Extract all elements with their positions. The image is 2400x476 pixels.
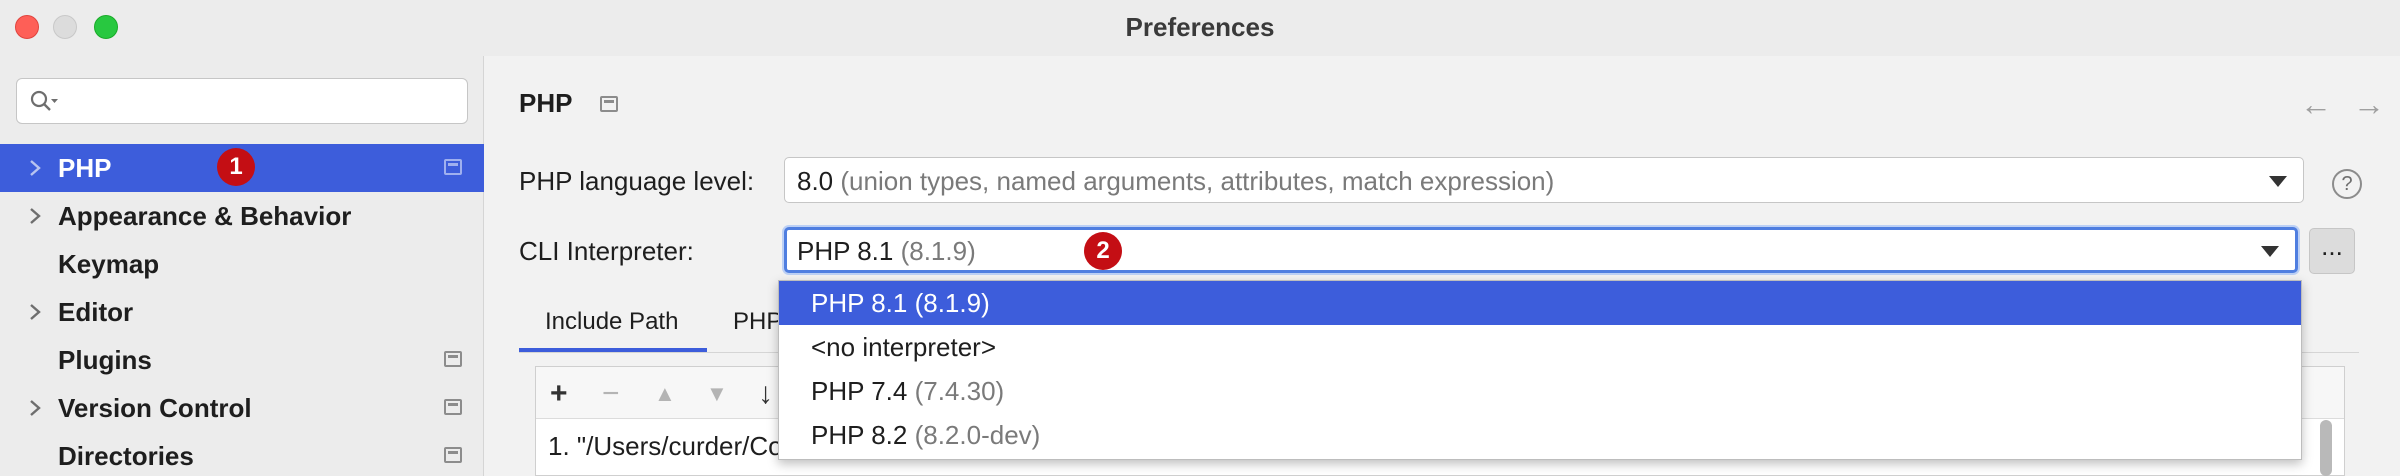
- browse-interpreters-button[interactable]: ...: [2309, 228, 2355, 274]
- chevron-right-icon[interactable]: [26, 302, 44, 322]
- help-icon[interactable]: ?: [2332, 169, 2362, 199]
- sidebar-item-editor[interactable]: Editor: [0, 288, 484, 336]
- scrollbar[interactable]: [2320, 420, 2332, 476]
- annotation-badge-1: 1: [217, 148, 255, 186]
- dropdown-option[interactable]: PHP 7.4 (7.4.30): [779, 369, 2301, 413]
- move-up-button[interactable]: ▲: [654, 381, 676, 407]
- interpreter-dropdown-list: PHP 8.1 (8.1.9) <no interpreter> PHP 7.4…: [778, 280, 2302, 460]
- sidebar-item-label: Keymap: [58, 249, 160, 279]
- page-title: PHP: [519, 88, 573, 118]
- language-level-label: PHP language level:: [519, 166, 755, 196]
- dropdown-option[interactable]: PHP 8.1 (8.1.9): [779, 281, 2301, 325]
- language-level-value: 8.0 (union types, named arguments, attri…: [797, 166, 1555, 196]
- sidebar-item-label: Editor: [58, 297, 134, 327]
- tab-php-runtime[interactable]: PHP: [733, 308, 782, 336]
- sidebar-item-keymap[interactable]: Keymap: [0, 240, 484, 288]
- sidebar-item-label: Directories: [58, 441, 194, 471]
- sidebar-item-plugins[interactable]: Plugins: [0, 336, 484, 384]
- language-level-select[interactable]: 8.0 (union types, named arguments, attri…: [784, 157, 2304, 203]
- sidebar-item-label: Version Control: [58, 393, 252, 423]
- sidebar-item-directories[interactable]: Directories: [0, 432, 484, 476]
- project-scope-icon: [444, 159, 462, 175]
- move-down-button[interactable]: ▼: [706, 381, 728, 407]
- tab-include-path[interactable]: Include Path: [545, 308, 678, 336]
- sort-icon[interactable]: ↓: [758, 377, 773, 411]
- project-scope-icon: [600, 96, 618, 112]
- sidebar-item-appearance-behavior[interactable]: Appearance & Behavior: [0, 192, 484, 240]
- cli-interpreter-value: PHP 8.1 (8.1.9): [797, 236, 976, 266]
- project-scope-icon: [444, 399, 462, 415]
- chevron-right-icon[interactable]: [26, 158, 44, 178]
- sidebar-item-label: PHP: [58, 153, 112, 183]
- chevron-right-icon[interactable]: [26, 398, 44, 418]
- dropdown-option[interactable]: PHP 8.2 (8.2.0-dev): [779, 413, 2301, 457]
- forward-arrow-button[interactable]: →: [2353, 86, 2385, 123]
- search-icon: [30, 90, 58, 111]
- window-title: Preferences: [1125, 12, 1275, 42]
- sidebar: PHP Appearance & Behavior Keymap Editor …: [0, 56, 484, 476]
- cli-interpreter-select[interactable]: PHP 8.1 (8.1.9): [784, 227, 2298, 273]
- list-item[interactable]: 1. "/Users/curder/Co: [548, 431, 783, 462]
- chevron-down-icon: [2261, 246, 2279, 257]
- title-bar: Preferences: [0, 0, 2400, 56]
- project-scope-icon: [444, 447, 462, 463]
- sidebar-item-label: Plugins: [58, 345, 152, 375]
- project-scope-icon: [444, 351, 462, 367]
- sidebar-item-version-control[interactable]: Version Control: [0, 384, 484, 432]
- dropdown-option[interactable]: <no interpreter>: [779, 325, 2301, 369]
- add-path-button[interactable]: +: [550, 377, 568, 411]
- search-input[interactable]: [16, 78, 468, 124]
- chevron-down-icon: [2269, 176, 2287, 187]
- remove-path-button[interactable]: −: [602, 377, 620, 411]
- back-arrow-button[interactable]: ←: [2300, 86, 2332, 123]
- cli-interpreter-label: CLI Interpreter:: [519, 236, 694, 266]
- annotation-badge-2: 2: [1084, 232, 1122, 270]
- sidebar-item-label: Appearance & Behavior: [58, 201, 352, 231]
- chevron-right-icon[interactable]: [26, 206, 44, 226]
